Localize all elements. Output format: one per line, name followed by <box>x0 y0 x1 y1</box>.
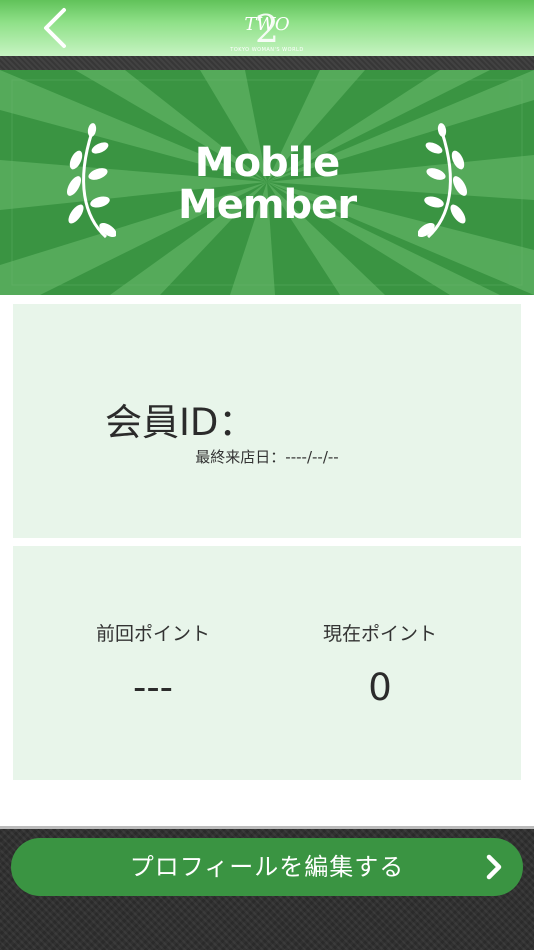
chevron-left-icon <box>44 8 66 48</box>
last-visit-label: 最終来店日： <box>195 448 286 466</box>
member-id-card: 会員ID： 最終来店日：----/--/-- <box>13 304 521 538</box>
current-points-label: 現在ポイント <box>322 623 437 645</box>
brand-logo: 2 TWO TOKYO WOMAN'S WORLD <box>218 0 316 56</box>
logo-text: TWO <box>244 14 290 35</box>
member-id-label: 会員ID： <box>105 401 256 444</box>
edit-profile-label: プロフィールを編集する <box>129 853 405 881</box>
current-points: 現在ポイント 0 <box>280 620 480 710</box>
last-visit-date: 最終来店日：----/--/-- <box>13 446 521 467</box>
logo-subtext: TOKYO WOMAN'S WORLD <box>229 47 303 53</box>
last-visit-value: ----/--/-- <box>285 448 339 466</box>
laurel-left-icon <box>67 123 116 239</box>
mobile-member-banner: Mobile Member <box>0 70 534 295</box>
back-button[interactable] <box>38 6 74 50</box>
app-header: 2 TWO TOKYO WOMAN'S WORLD <box>0 0 534 56</box>
previous-points-value: --- <box>132 666 174 709</box>
previous-points: 前回ポイント --- <box>53 620 253 710</box>
chevron-right-icon <box>486 854 502 880</box>
banner-title-line1: Mobile <box>194 140 340 186</box>
laurel-right-icon <box>418 123 468 239</box>
banner-title-line2: Member <box>177 182 357 228</box>
points-card: 前回ポイント --- 現在ポイント 0 <box>13 546 521 780</box>
edit-profile-button[interactable]: プロフィールを編集する <box>11 838 523 896</box>
previous-points-label: 前回ポイント <box>95 623 210 645</box>
header-divider <box>0 56 534 70</box>
current-points-value: 0 <box>368 666 392 709</box>
banner-title: Mobile Member <box>120 142 414 226</box>
